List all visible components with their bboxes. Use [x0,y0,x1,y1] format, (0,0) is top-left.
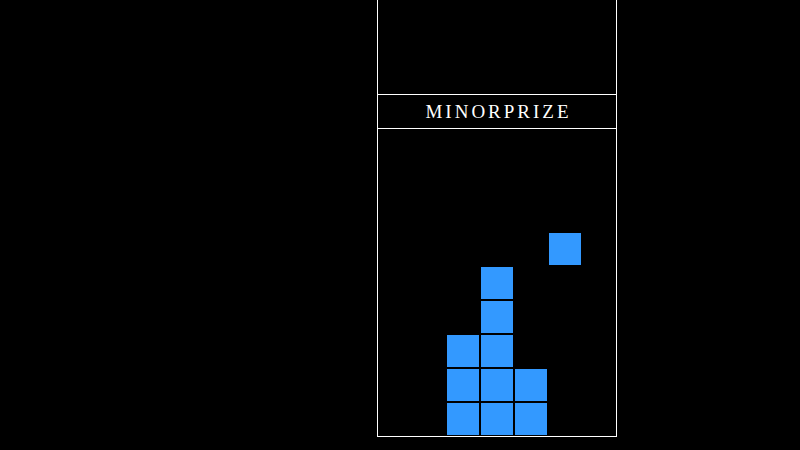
game-board [378,129,616,436]
empty-cell [583,267,615,299]
game-screen: MINORPRIZE [0,0,800,450]
block [481,267,513,299]
empty-cell [481,131,513,163]
empty-cell [379,199,411,231]
empty-cell [549,267,581,299]
empty-cell [583,199,615,231]
empty-cell [447,131,479,163]
empty-cell [549,369,581,401]
empty-cell [549,199,581,231]
block [447,403,479,435]
empty-cell [481,233,513,265]
game-panel: MINORPRIZE [377,0,617,437]
empty-cell [515,199,547,231]
empty-cell [515,233,547,265]
empty-cell [379,301,411,333]
empty-cell [583,233,615,265]
empty-cell [515,165,547,197]
empty-cell [379,165,411,197]
empty-cell [447,199,479,231]
empty-cell [447,267,479,299]
empty-cell [549,301,581,333]
block [481,301,513,333]
block [515,403,547,435]
empty-cell [379,233,411,265]
empty-cell [549,131,581,163]
empty-cell [379,369,411,401]
empty-cell [583,131,615,163]
empty-cell [549,403,581,435]
empty-cell [413,131,445,163]
empty-cell [379,131,411,163]
empty-cell [413,233,445,265]
block [447,369,479,401]
empty-cell [379,403,411,435]
block [515,369,547,401]
empty-cell [515,301,547,333]
empty-cell [447,301,479,333]
block [447,335,479,367]
empty-cell [549,335,581,367]
empty-cell [481,165,513,197]
empty-cell [583,403,615,435]
block [549,233,581,265]
game-title: MINORPRIZE [378,94,616,129]
empty-cell [413,301,445,333]
empty-cell [413,165,445,197]
empty-cell [583,165,615,197]
empty-cell [583,301,615,333]
empty-cell [515,335,547,367]
empty-cell [413,369,445,401]
empty-cell [515,131,547,163]
empty-cell [413,199,445,231]
block [481,403,513,435]
empty-cell [379,335,411,367]
empty-cell [447,233,479,265]
preview-area [378,0,616,94]
block [481,335,513,367]
empty-cell [515,267,547,299]
empty-cell [583,335,615,367]
empty-cell [413,267,445,299]
block [481,369,513,401]
empty-cell [379,267,411,299]
empty-cell [549,165,581,197]
empty-cell [413,403,445,435]
empty-cell [447,165,479,197]
empty-cell [413,335,445,367]
empty-cell [481,199,513,231]
empty-cell [583,369,615,401]
